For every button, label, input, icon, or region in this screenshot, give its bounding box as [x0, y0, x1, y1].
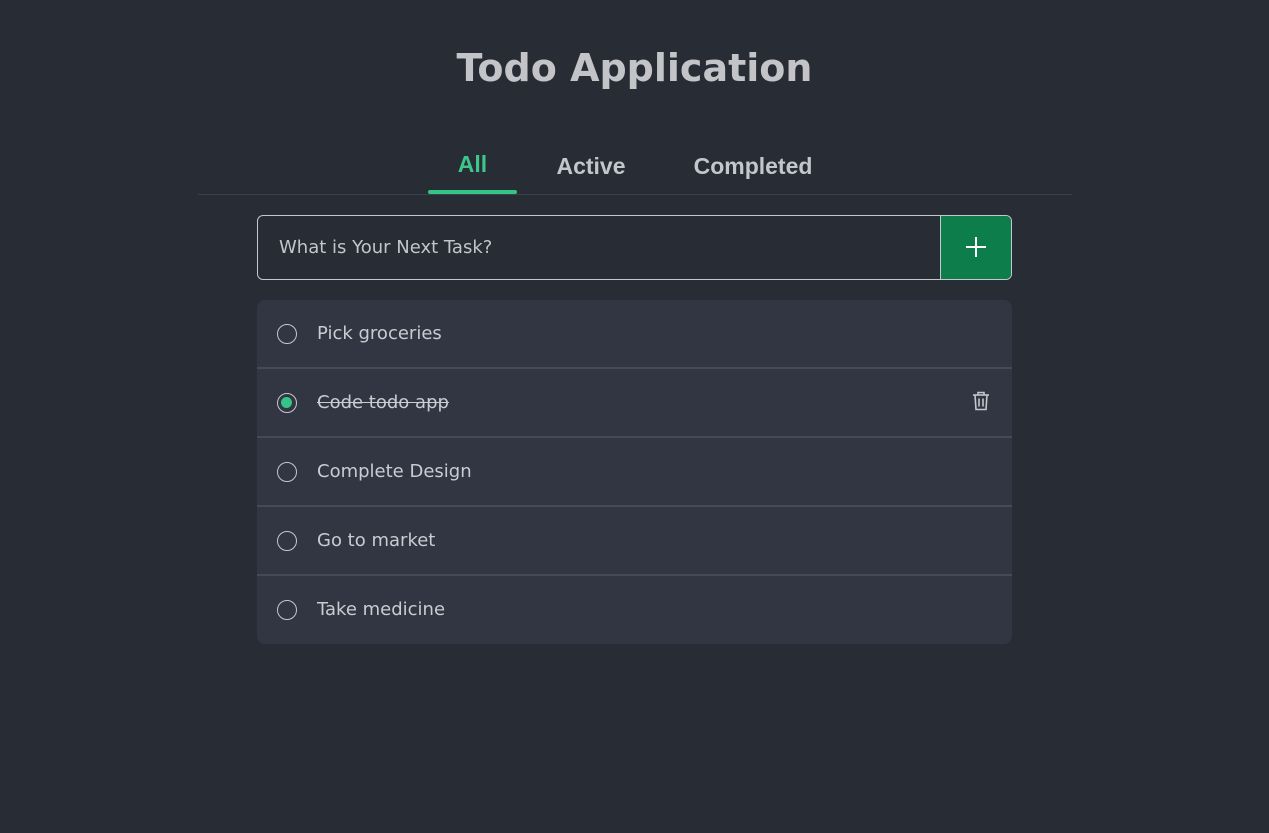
active-tab-indicator	[428, 190, 517, 194]
task-toggle-radio[interactable]	[277, 462, 297, 482]
new-task-form	[257, 215, 1012, 280]
task-label: Code todo app	[317, 392, 449, 413]
plus-icon	[966, 237, 986, 257]
task-label: Complete Design	[317, 461, 472, 482]
task-label: Go to market	[317, 530, 436, 551]
tab-completed[interactable]: Completed	[688, 140, 818, 194]
filter-tabs: All Active Completed	[198, 140, 1072, 195]
tab-active-label: Active	[556, 153, 626, 179]
tab-active[interactable]: Active	[550, 140, 632, 194]
add-task-button[interactable]	[940, 216, 1011, 279]
task-item: Code todo app	[257, 369, 1012, 438]
task-toggle-radio[interactable]	[277, 600, 297, 620]
task-item: Pick groceries	[257, 300, 1012, 369]
page-title: Todo Application	[456, 46, 813, 90]
trash-icon[interactable]	[972, 391, 990, 411]
task-label: Pick groceries	[317, 323, 442, 344]
tab-all-label: All	[457, 151, 488, 177]
task-item: Complete Design	[257, 438, 1012, 507]
tab-completed-label: Completed	[693, 153, 813, 179]
task-toggle-radio[interactable]	[277, 393, 297, 413]
task-label: Take medicine	[317, 599, 446, 620]
task-toggle-radio[interactable]	[277, 531, 297, 551]
task-item: Take medicine	[257, 576, 1012, 644]
task-item: Go to market	[257, 507, 1012, 576]
tab-all[interactable]: All	[428, 140, 517, 194]
new-task-input[interactable]	[258, 216, 940, 279]
task-toggle-radio[interactable]	[277, 324, 297, 344]
task-list: Pick groceries Code todo app Complete De…	[257, 300, 1012, 644]
